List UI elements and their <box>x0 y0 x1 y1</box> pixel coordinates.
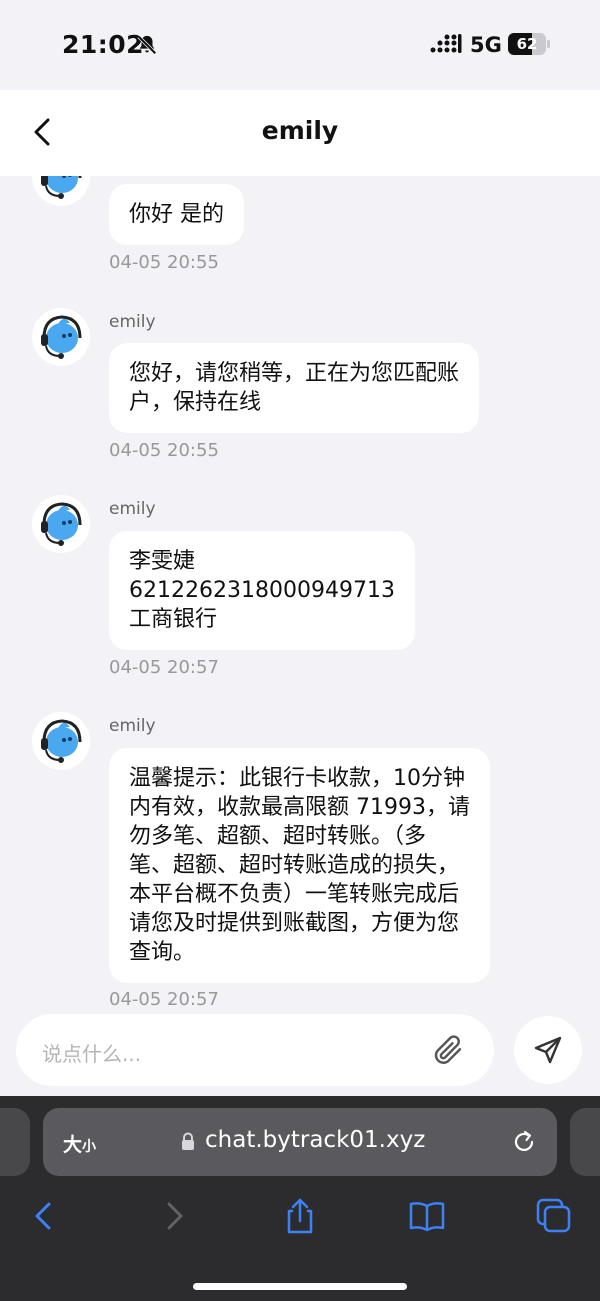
network-label: 5G <box>470 33 502 57</box>
battery-indicator: 62 <box>508 33 550 55</box>
avatar <box>32 495 90 553</box>
avatar <box>32 176 90 206</box>
message-bubble: 李雯婕 6212262318000949713 工商银行 <box>109 531 415 650</box>
message-composer: 说点什么... <box>0 1006 600 1096</box>
message-list[interactable]: 你好 是的 04-05 20:55 emily 您好，请您稍等，正在为您匹配账 … <box>0 176 600 1006</box>
chat-header: emily <box>0 90 600 176</box>
message-bubble: 温馨提示：此银行卡收款，10分钟 内有效，收款最高限额 71993，请 勿多笔、… <box>109 748 490 983</box>
text-size-big: 大 <box>63 1134 83 1156</box>
message-input[interactable]: 说点什么... <box>16 1014 494 1086</box>
page-title: emily <box>261 116 339 145</box>
previous-tab-peek[interactable] <box>0 1108 30 1176</box>
message-timestamp: 04-05 20:57 <box>109 657 219 678</box>
reload-icon[interactable] <box>510 1128 538 1156</box>
next-tab-peek[interactable] <box>570 1108 600 1176</box>
sender-name: emily <box>109 716 156 736</box>
bell-slash-icon <box>137 35 157 55</box>
input-placeholder: 说点什么... <box>42 1042 142 1066</box>
message-timestamp: 04-05 20:57 <box>109 989 219 1006</box>
status-time: 21:02 <box>62 30 145 59</box>
battery-percent: 62 <box>516 35 538 53</box>
sender-name: emily <box>109 499 156 519</box>
send-button[interactable] <box>514 1016 582 1084</box>
browser-forward-icon[interactable] <box>154 1196 194 1236</box>
browser-toolbar: 大小 chat.bytrack01.xyz <box>0 1096 600 1301</box>
browser-back-icon[interactable] <box>24 1196 64 1236</box>
sender-name: emily <box>109 312 156 332</box>
message-bubble: 您好，请您稍等，正在为您匹配账 户，保持在线 <box>109 343 480 433</box>
message-timestamp: 04-05 20:55 <box>109 252 219 273</box>
url-text: chat.bytrack01.xyz <box>205 1127 426 1153</box>
paperclip-icon[interactable] <box>430 1032 466 1068</box>
avatar <box>32 712 90 770</box>
share-icon[interactable] <box>280 1196 320 1236</box>
avatar <box>32 308 90 366</box>
home-indicator <box>193 1283 407 1290</box>
text-size-small: 小 <box>82 1139 97 1155</box>
tabs-icon[interactable] <box>534 1196 574 1236</box>
address-bar[interactable]: 大小 chat.bytrack01.xyz <box>43 1108 557 1176</box>
message-bubble: 你好 是的 <box>109 184 244 245</box>
book-icon[interactable] <box>407 1196 447 1236</box>
status-bar: 21:02 5G 62 <box>0 0 600 90</box>
signal-icon <box>430 34 462 53</box>
lock-icon <box>182 1132 194 1150</box>
text-size-button[interactable]: 大小 <box>63 1130 96 1157</box>
message-timestamp: 04-05 20:55 <box>109 440 219 461</box>
send-icon <box>534 1036 562 1064</box>
